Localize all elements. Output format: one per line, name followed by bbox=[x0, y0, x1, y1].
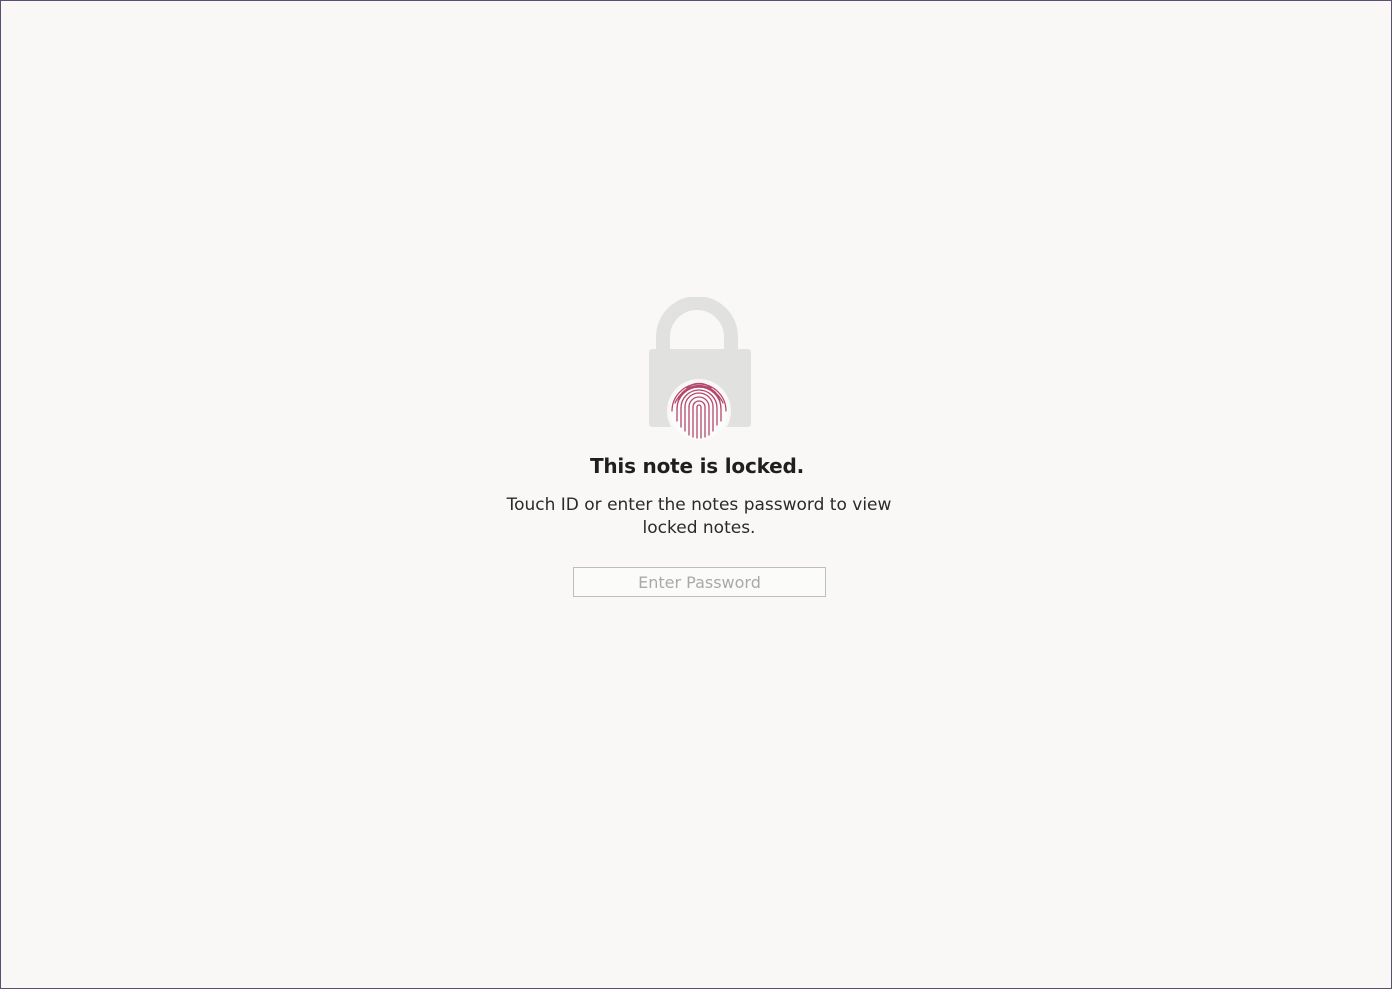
locked-note-title: This note is locked. bbox=[589, 454, 805, 478]
fingerprint-icon[interactable] bbox=[667, 379, 731, 443]
password-input[interactable] bbox=[573, 567, 826, 597]
app-window: This note is locked. Touch ID or enter t… bbox=[0, 0, 1392, 989]
locked-note-message: Touch ID or enter the notes password to … bbox=[506, 495, 892, 538]
lock-icon bbox=[649, 297, 751, 443]
